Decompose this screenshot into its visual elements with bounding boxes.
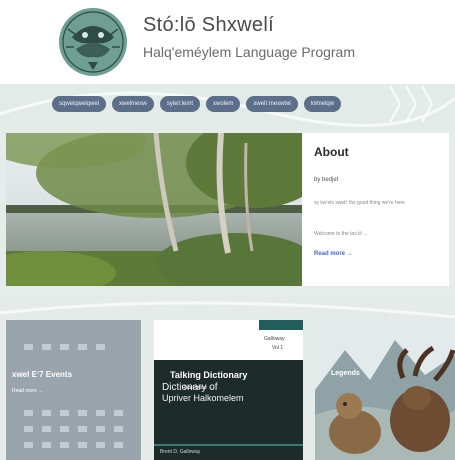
talking-dictionary-card[interactable]: Galloway Vol 1 Talking Dictionary Dictio… (154, 320, 303, 460)
events-card-title[interactable]: xwel Eʼ7 Events (12, 370, 72, 379)
book-spine-stripe (259, 320, 303, 330)
nav-item-lolmelqw[interactable]: lolmelqw (303, 96, 342, 112)
talking-dictionary-title[interactable]: Talking Dictionary (170, 370, 247, 380)
nav-item-syiwilemt[interactable]: syiwì:lemt (159, 96, 201, 112)
book-title-line2: Upriver Halkomelem (162, 393, 244, 403)
book-spine-text-2: Vol 1 (272, 345, 284, 351)
dictionary-read-more-link[interactable]: Read more → (182, 385, 213, 391)
site-title[interactable]: Stó:lō Shxwelí (143, 14, 274, 37)
events-card[interactable]: xwel Eʼ7 Events Read more → (6, 320, 141, 460)
nav-item-xwolem[interactable]: xwolem (206, 96, 241, 112)
site-subtitle: Halq'eméylem Language Program (143, 44, 356, 60)
about-excerpt: xy kw'els sweti' ths good thing we're he… (314, 200, 405, 206)
nav-item-xwelimexwtel[interactable]: xwelì:mexwtel (246, 96, 298, 112)
about-read-more-link[interactable]: Read more → (314, 251, 353, 257)
calendar-icon (24, 344, 123, 448)
book-author: Brent D. Galloway (160, 449, 201, 455)
about-excerpt-2: Welcome to the tas:lē ... (314, 231, 368, 237)
nav-item-xwelmexw[interactable]: xwelmexw (112, 96, 154, 112)
book-spine-text: Galloway (264, 336, 285, 342)
nav-item-sqwelqwelqwel[interactable]: sqwelqwelqwel (52, 96, 107, 112)
events-read-more-link[interactable]: Read more → (12, 388, 43, 394)
legends-card[interactable]: Legends (315, 320, 455, 460)
legends-card-title[interactable]: Legends (331, 370, 360, 377)
site-header: Stó:lō Shxwelí Halq'eméylem Language Pro… (0, 0, 455, 84)
main-nav: sqwelqwelqwel xwelmexw syiwì:lemt xwolem… (52, 96, 342, 112)
about-author: by bedjet (314, 177, 339, 183)
stolo-logo-icon[interactable] (58, 7, 128, 77)
featured-image[interactable] (6, 133, 302, 286)
book-rule (154, 444, 303, 446)
about-heading[interactable]: About (314, 145, 349, 159)
legends-illustration (315, 320, 455, 460)
about-panel: About by bedjet xy kw'els sweti' ths goo… (302, 133, 449, 286)
